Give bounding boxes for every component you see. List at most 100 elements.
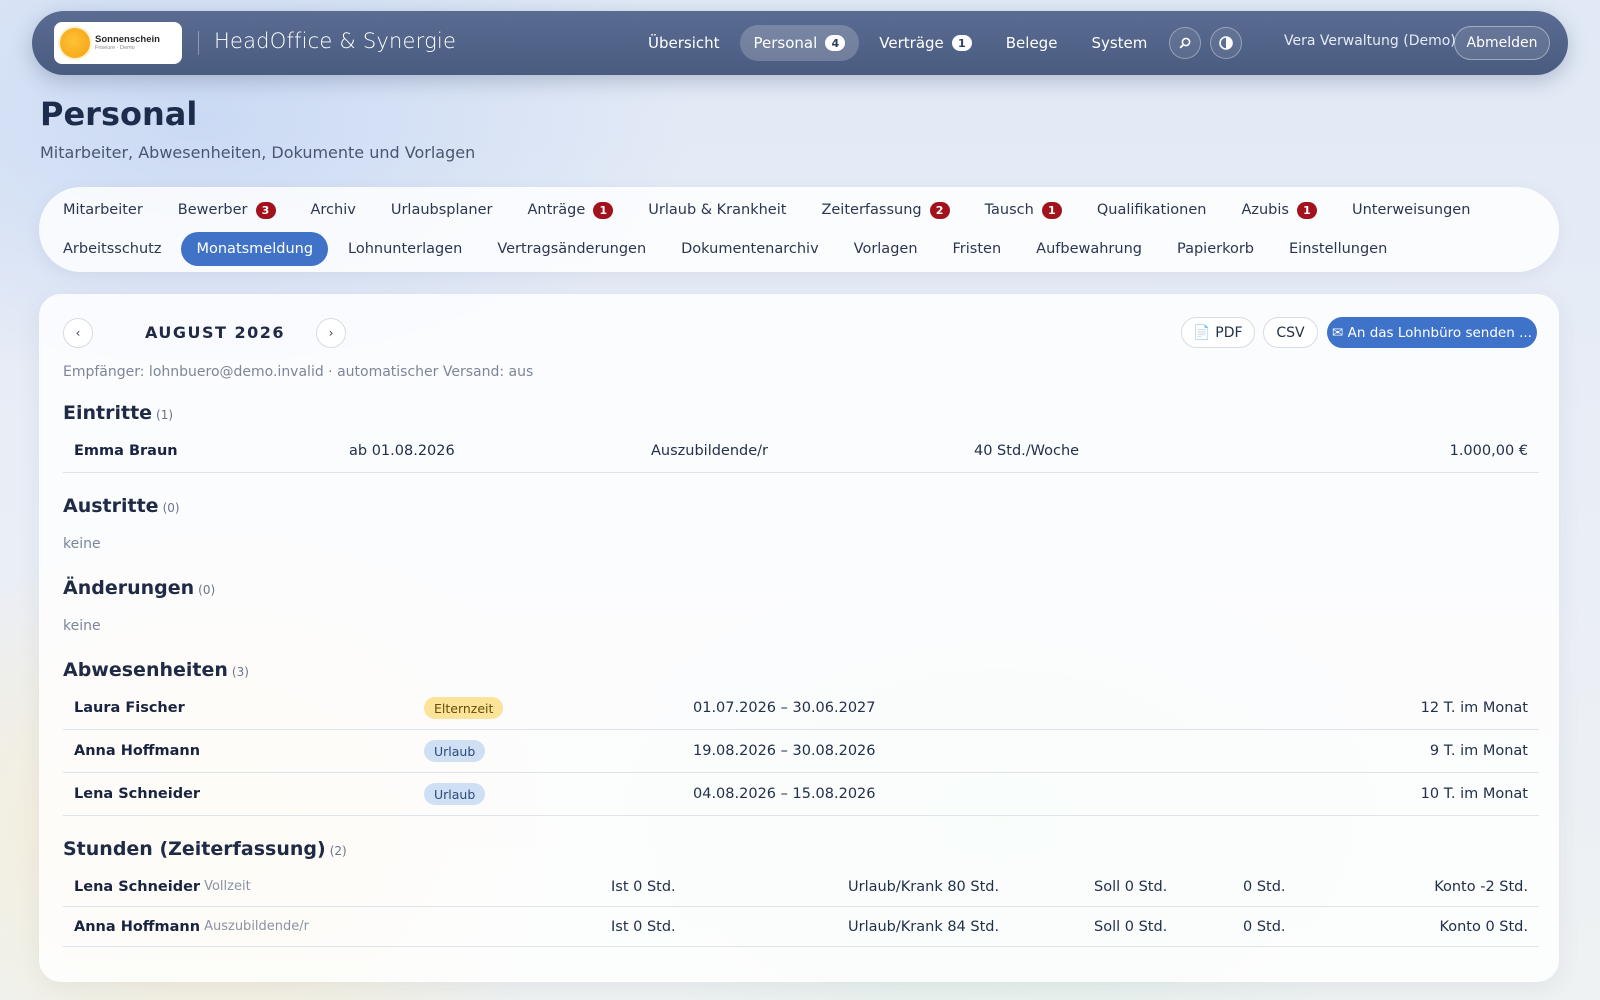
tab-label: Unterweisungen — [1351, 202, 1471, 218]
hours-row[interactable]: Anna Hoffmann Auszubildende/r Ist 0 Std. … — [63, 907, 1539, 947]
hours-difference: 0 Std. — [1243, 918, 1286, 935]
section-count: (0) — [198, 583, 216, 597]
search-icon — [1179, 37, 1191, 49]
tab-qualifikationen[interactable]: Qualifikationen — [1082, 193, 1222, 227]
section-label: Eintritte — [63, 402, 153, 424]
hours-account: Konto 0 Std. — [1439, 918, 1528, 935]
absence-row[interactable]: Laura Fischer Elternzeit 01.07.2026 – 30… — [63, 687, 1539, 730]
actual-hours: Ist 0 Std. — [611, 878, 676, 895]
entry-row[interactable]: Emma Braun ab 01.08.2026 Auszubildende/r… — [63, 430, 1539, 473]
absence-period: 19.08.2026 – 30.08.2026 — [693, 743, 876, 759]
tab-tausch[interactable]: Tausch 1 — [970, 193, 1077, 227]
tab-monatsmeldung[interactable]: Monatsmeldung — [181, 232, 329, 266]
tab-badge: 1 — [1041, 201, 1062, 219]
search-button[interactable] — [1169, 27, 1201, 59]
tab-label: Anträge — [527, 202, 586, 218]
tab-label: Lohnunterlagen — [348, 241, 463, 257]
section-title-exits: Austritte (0) — [63, 495, 180, 517]
tab-badge: 3 — [255, 201, 276, 219]
tab-label: Qualifikationen — [1096, 202, 1207, 218]
absence-type-badge: Urlaub — [424, 740, 486, 762]
tab-unterweisungen[interactable]: Unterweisungen — [1337, 193, 1485, 227]
employee-role: Auszubildende/r — [651, 443, 769, 459]
nav-personal[interactable]: Personal 4 — [739, 25, 860, 61]
tab-arbeitsschutz[interactable]: Arbeitsschutz — [48, 232, 176, 266]
hours-row[interactable]: Lena Schneider Vollzeit Ist 0 Std. Urlaub… — [63, 867, 1539, 907]
section-label: Änderungen — [63, 577, 195, 599]
absence-period: 04.08.2026 – 15.08.2026 — [693, 786, 876, 802]
tab-antraege[interactable]: Anträge 1 — [512, 193, 628, 227]
tab-fristen[interactable]: Fristen — [938, 232, 1017, 266]
empty-exits-note: keine — [63, 536, 101, 552]
employee-role: Auszubildende/r — [204, 919, 310, 934]
nav-belege[interactable]: Belege — [992, 25, 1072, 61]
tab-label: Urlaub & Krankheit — [648, 202, 787, 218]
tab-label: Fristen — [952, 241, 1002, 257]
section-title-absences: Abwesenheiten (3) — [63, 659, 249, 681]
tab-aufbewahrung[interactable]: Aufbewahrung — [1021, 232, 1157, 266]
theme-toggle-button[interactable] — [1210, 27, 1242, 59]
tab-label: Vertragsänderungen — [497, 241, 647, 257]
absence-days: 9 T. im Monat — [1429, 743, 1528, 759]
tab-azubis[interactable]: Azubis 1 — [1226, 193, 1332, 227]
page-subtitle: Mitarbeiter, Abwesenheiten, Dokumente un… — [40, 143, 476, 162]
previous-month-button[interactable]: ‹ — [63, 318, 93, 348]
nav-system[interactable]: System — [1077, 25, 1161, 61]
tab-bewerber[interactable]: Bewerber 3 — [163, 193, 291, 227]
tab-label: Arbeitsschutz — [63, 241, 162, 257]
tab-papierkorb[interactable]: Papierkorb — [1162, 232, 1269, 266]
tab-label: Urlaubsplaner — [390, 202, 493, 218]
section-title-hours: Stunden (Zeiterfassung) (2) — [63, 838, 347, 860]
employee-name: Laura Fischer — [74, 700, 185, 716]
weekly-hours: 40 Std./Woche — [974, 443, 1080, 459]
section-count: (3) — [231, 665, 249, 679]
logo-tagline: Friseure · Demo — [95, 45, 135, 52]
csv-export-button[interactable]: CSV — [1263, 317, 1318, 348]
pdf-export-button[interactable]: 📄 PDF — [1181, 317, 1255, 348]
absence-row[interactable]: Anna Hoffmann Urlaub 19.08.2026 – 30.08.… — [63, 730, 1539, 773]
tab-urlaubsplaner[interactable]: Urlaubsplaner — [376, 193, 508, 227]
hours-account: Konto -2 Std. — [1434, 878, 1528, 895]
tab-label: Aufbewahrung — [1036, 241, 1142, 257]
section-label: Abwesenheiten — [63, 659, 228, 681]
absence-type-badge: Urlaub — [424, 783, 486, 805]
nav-label: Übersicht — [648, 34, 720, 52]
personal-subtabs: Mitarbeiter Bewerber 3 Archiv Urlaubsplan… — [39, 187, 1559, 272]
absence-row[interactable]: Lena Schneider Urlaub 04.08.2026 – 15.08… — [63, 773, 1539, 816]
nav-label: Verträge — [879, 34, 944, 52]
company-logo[interactable]: Sonnenschein Friseure · Demo — [54, 22, 182, 64]
section-label: Stunden (Zeiterfassung) — [63, 838, 326, 860]
send-to-payroll-button[interactable]: ✉ An das Lohnbüro senden ... — [1327, 317, 1537, 348]
tab-badge: 1 — [593, 201, 614, 219]
sun-logo-icon — [60, 28, 90, 58]
tab-label: Zeiterfassung — [821, 202, 922, 218]
section-title-entries: Eintritte (1) — [63, 402, 173, 424]
tab-label: Azubis — [1241, 202, 1289, 218]
tab-label: Monatsmeldung — [196, 241, 314, 257]
section-label: Austritte — [63, 495, 159, 517]
nav-uebersicht[interactable]: Übersicht — [634, 25, 734, 61]
recipient-info: Empfänger: lohnbuero@demo.invalid · auto… — [63, 364, 534, 380]
entry-date: ab 01.08.2026 — [349, 443, 455, 459]
employee-name-text: Anna Hoffmann — [74, 918, 201, 935]
empty-changes-note: keine — [63, 618, 101, 634]
tab-vertragsaenderungen[interactable]: Vertragsänderungen — [482, 232, 661, 266]
tab-lohnunterlagen[interactable]: Lohnunterlagen — [333, 232, 477, 266]
absence-hours: Urlaub/Krank 84 Std. — [848, 918, 1000, 935]
tab-vorlagen[interactable]: Vorlagen — [839, 232, 933, 266]
tab-dokumentenarchiv[interactable]: Dokumentenarchiv — [666, 232, 834, 266]
logo-name: Sonnenschein — [95, 33, 160, 45]
logout-button[interactable]: Abmelden — [1454, 26, 1550, 60]
current-user: Vera Verwaltung (Demo) — [1284, 33, 1456, 49]
nav-vertraege[interactable]: Verträge 1 — [865, 25, 985, 61]
tab-archiv[interactable]: Archiv — [296, 193, 371, 227]
next-month-button[interactable]: › — [316, 318, 346, 348]
section-title-changes: Änderungen (0) — [63, 577, 215, 599]
target-hours: Soll 0 Std. — [1094, 878, 1168, 895]
tab-zeiterfassung[interactable]: Zeiterfassung 2 — [806, 193, 964, 227]
tab-mitarbeiter[interactable]: Mitarbeiter — [48, 193, 158, 227]
chevron-right-icon: › — [328, 326, 334, 340]
absence-type-badge: Elternzeit — [424, 697, 504, 719]
tab-einstellungen[interactable]: Einstellungen — [1274, 232, 1402, 266]
tab-urlaub-krankheit[interactable]: Urlaub & Krankheit — [633, 193, 801, 227]
